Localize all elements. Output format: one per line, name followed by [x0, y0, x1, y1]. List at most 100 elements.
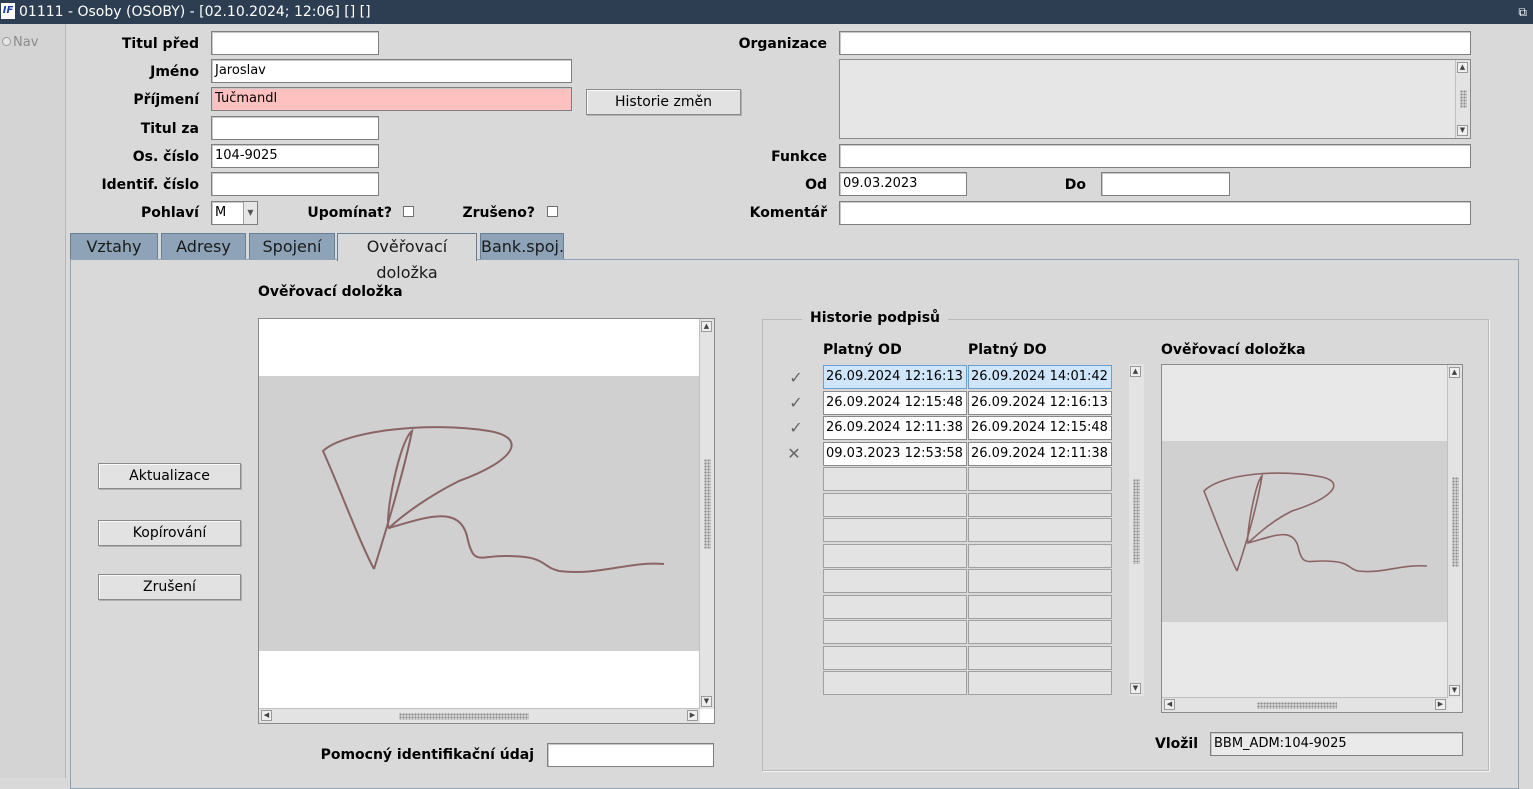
aktualizace-button[interactable]: Aktualizace [98, 463, 241, 489]
scroll-left-icon[interactable]: ◀ [1164, 699, 1175, 710]
history-scrollbar[interactable]: ▲ ▼ [1129, 364, 1144, 696]
signature-vscroll[interactable]: ▲ ▼ [699, 319, 714, 709]
kopirovani-button[interactable]: Kopírování [98, 520, 241, 546]
identif-cislo-field[interactable] [211, 172, 379, 196]
tab-bank-spoj[interactable]: Bank.spoj. [480, 233, 564, 259]
scroll-up-icon[interactable]: ▲ [1130, 366, 1141, 377]
check-icon: ✓ [789, 393, 803, 412]
os-cislo-label: Os. číslo [132, 149, 199, 165]
jmeno-label: Jméno [150, 64, 199, 80]
tab-overovaci-dolozka[interactable]: Ověřovací doložka [337, 233, 477, 282]
history-od-cell[interactable]: 26.09.2024 12:15:48 [823, 391, 967, 415]
history-empty-cell[interactable] [823, 467, 967, 491]
upominat-checkbox[interactable] [403, 206, 414, 217]
od-field[interactable]: 09.03.2023 [839, 172, 967, 196]
pomocny-field[interactable] [547, 743, 714, 767]
history-empty-cell[interactable] [823, 544, 967, 568]
scroll-right-icon[interactable]: ▶ [1435, 699, 1446, 710]
funkce-field[interactable] [839, 144, 1471, 168]
scroll-left-icon[interactable]: ◀ [261, 710, 272, 721]
komentar-field[interactable] [839, 201, 1471, 225]
scroll-down-icon[interactable]: ▼ [1130, 683, 1141, 694]
history-empty-cell[interactable] [968, 646, 1112, 670]
tab-vztahy[interactable]: Vztahy [70, 233, 158, 259]
zruseno-label: Zrušeno? [462, 205, 535, 221]
prijmeni-field[interactable]: Tučmandl [211, 87, 572, 111]
history-empty-cell[interactable] [968, 493, 1112, 517]
chevron-down-icon[interactable]: ▼ [243, 202, 257, 224]
preview-image-box: ▲ ▼ ◀ ▶ [1161, 364, 1463, 713]
history-do-cell[interactable]: 26.09.2024 12:16:13 [968, 391, 1112, 415]
history-empty-cell[interactable] [968, 671, 1112, 695]
history-empty-cell[interactable] [823, 595, 967, 619]
titul-za-label: Titul za [140, 121, 199, 137]
tab-adresy[interactable]: Adresy [161, 233, 246, 259]
identif-cislo-label: Identif. číslo [101, 177, 199, 193]
history-empty-cell[interactable] [823, 671, 967, 695]
history-empty-cell[interactable] [968, 595, 1112, 619]
history-empty-cell[interactable] [968, 569, 1112, 593]
history-empty-cell[interactable] [968, 544, 1112, 568]
signature-history-title: Historie podpisů [802, 310, 949, 326]
window-title: 01111 - Osoby (OSOBY) - [02.10.2024; 12:… [19, 4, 371, 20]
restore-window-icon[interactable]: ⧉ [1518, 0, 1527, 24]
tab-spojeni[interactable]: Spojení [249, 233, 335, 259]
scroll-grip-icon[interactable] [1452, 477, 1459, 567]
history-empty-cell[interactable] [823, 646, 967, 670]
scroll-grip-icon[interactable] [704, 459, 711, 549]
scroll-down-icon[interactable]: ▼ [1457, 125, 1468, 136]
funkce-label: Funkce [771, 149, 827, 165]
signature-title: Ověřovací doložka [258, 284, 403, 300]
nav-toggle[interactable]: Nav [2, 35, 38, 50]
preview-vscroll[interactable]: ▲ ▼ [1447, 365, 1462, 698]
history-od-cell[interactable]: 26.09.2024 12:11:38 [823, 416, 967, 440]
titul-za-field[interactable] [211, 116, 379, 140]
col-platny-od-header: Platný OD [823, 342, 902, 358]
organizace-field[interactable] [839, 31, 1471, 55]
cross-icon: ✕ [787, 444, 801, 463]
scroll-down-icon[interactable]: ▼ [701, 696, 712, 707]
zruseno-checkbox[interactable] [547, 206, 558, 217]
col-platny-do-header: Platný DO [968, 342, 1047, 358]
history-empty-cell[interactable] [968, 518, 1112, 542]
history-empty-cell[interactable] [823, 518, 967, 542]
signature-drawing [321, 426, 665, 573]
do-field[interactable] [1101, 172, 1230, 196]
scroll-grip-icon[interactable] [1460, 90, 1467, 108]
history-empty-cell[interactable] [823, 569, 967, 593]
titul-pred-field[interactable] [211, 31, 379, 55]
zruseni-button[interactable]: Zrušení [98, 574, 241, 600]
history-od-cell[interactable]: 09.03.2023 12:53:58 [823, 442, 967, 466]
nav-radio-icon[interactable] [2, 37, 11, 46]
scroll-right-icon[interactable]: ▶ [687, 710, 698, 721]
organizace-scrollbar[interactable]: ▲ ▼ [1455, 60, 1470, 138]
os-cislo-field[interactable]: 104-9025 [211, 144, 379, 168]
scroll-grip-icon[interactable] [399, 713, 529, 720]
history-empty-cell[interactable] [823, 493, 967, 517]
scroll-grip-icon[interactable] [1133, 479, 1140, 564]
history-do-cell[interactable]: 26.09.2024 12:11:38 [968, 442, 1112, 466]
history-empty-cell[interactable] [968, 467, 1112, 491]
pohlavi-select[interactable]: M ▼ [211, 201, 258, 225]
preview-drawing [1203, 472, 1428, 573]
preview-hscroll[interactable]: ◀ ▶ [1162, 697, 1448, 712]
komentar-label: Komentář [749, 205, 827, 221]
signature-hscroll[interactable]: ◀ ▶ [259, 708, 700, 723]
scroll-up-icon[interactable]: ▲ [1449, 367, 1460, 378]
history-od-cell[interactable]: 26.09.2024 12:16:13 [823, 365, 967, 389]
history-do-cell[interactable]: 26.09.2024 12:15:48 [968, 416, 1112, 440]
upominat-label: Upomínat? [307, 205, 392, 221]
pohlavi-label: Pohlaví [140, 205, 199, 221]
nav-column [0, 24, 66, 778]
history-empty-cell[interactable] [968, 620, 1112, 644]
scroll-up-icon[interactable]: ▲ [701, 321, 712, 332]
title-bar: IF 01111 - Osoby (OSOBY) - [02.10.2024; … [0, 0, 1533, 24]
scroll-up-icon[interactable]: ▲ [1457, 62, 1468, 73]
historie-zmen-button[interactable]: Historie změn [586, 89, 741, 115]
scroll-down-icon[interactable]: ▼ [1449, 685, 1460, 696]
scroll-grip-icon[interactable] [1257, 702, 1337, 709]
history-empty-cell[interactable] [823, 620, 967, 644]
history-do-cell[interactable]: 26.09.2024 14:01:42 [968, 365, 1112, 389]
jmeno-field[interactable]: Jaroslav [211, 59, 572, 83]
organizace-detail-area: ▲ ▼ [839, 59, 1471, 139]
